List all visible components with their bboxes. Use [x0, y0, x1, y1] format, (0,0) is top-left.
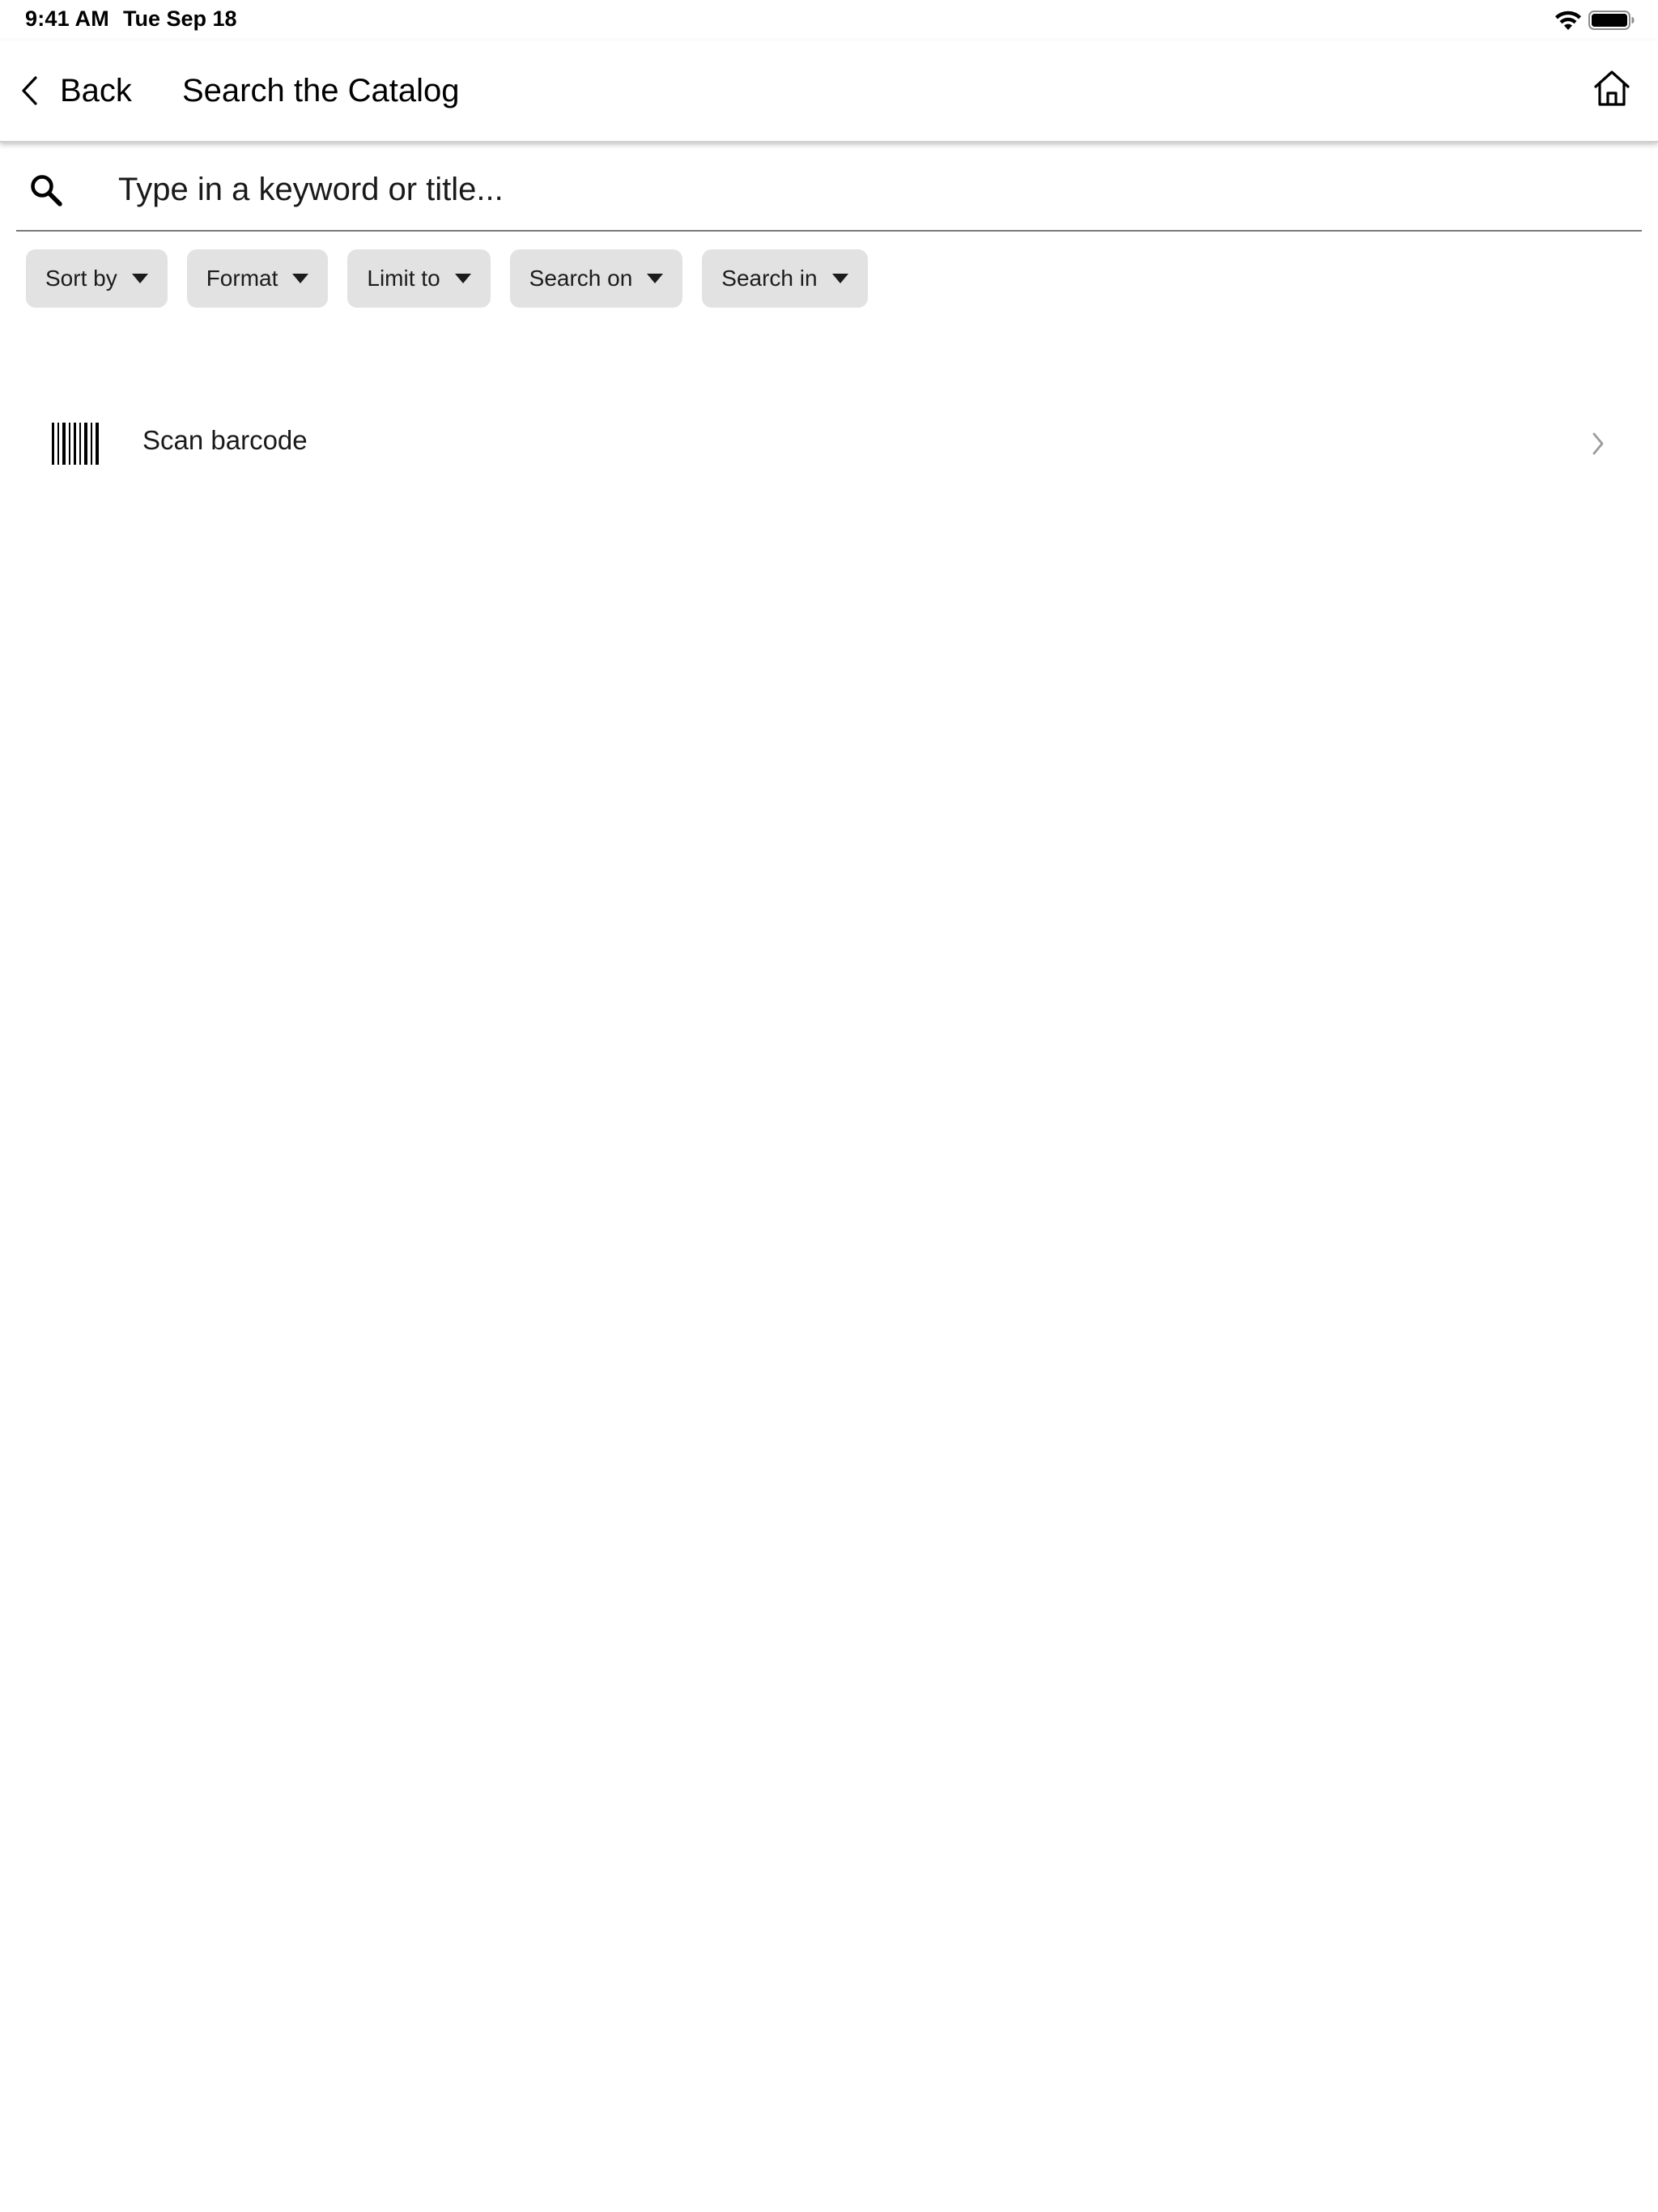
status-date: Tue Sep 18: [123, 6, 237, 31]
search-icon: [31, 175, 62, 206]
limit-to-label: Limit to: [367, 266, 440, 291]
caret-down-icon: [454, 274, 471, 283]
battery-full-icon: [1588, 11, 1635, 30]
barcode-icon: [52, 423, 99, 465]
sort-by-dropdown[interactable]: Sort by: [26, 249, 168, 308]
filter-bar: Sort by Format Limit to Search on Search…: [26, 249, 868, 308]
scan-barcode-label: Scan barcode: [142, 425, 308, 455]
limit-to-dropdown[interactable]: Limit to: [347, 249, 491, 308]
sort-by-label: Sort by: [45, 266, 117, 291]
chevron-left-icon: [22, 76, 37, 105]
status-time: 9:41 AM: [25, 6, 109, 31]
search-in-dropdown[interactable]: Search in: [702, 249, 868, 308]
wifi-icon: [1555, 11, 1581, 30]
search-in-label: Search in: [721, 266, 818, 291]
back-label: Back: [60, 72, 132, 108]
search-on-label: Search on: [529, 266, 633, 291]
search-input[interactable]: [117, 160, 1622, 219]
caret-down-icon: [647, 274, 664, 283]
status-bar: 9:41 AM Tue Sep 18: [0, 0, 1658, 40]
caret-down-icon: [131, 274, 148, 283]
scan-barcode-row[interactable]: Scan barcode: [16, 409, 1642, 479]
search-bar: [16, 143, 1642, 232]
nav-header: Back Search the Catalog: [0, 40, 1658, 143]
home-button[interactable]: [1588, 65, 1635, 112]
format-label: Format: [206, 266, 278, 291]
caret-down-icon: [831, 274, 848, 283]
search-on-dropdown[interactable]: Search on: [509, 249, 683, 308]
page-title: Search the Catalog: [182, 73, 460, 108]
back-button[interactable]: Back: [19, 65, 132, 117]
home-icon: [1594, 70, 1630, 106]
caret-down-icon: [292, 274, 309, 283]
format-dropdown[interactable]: Format: [186, 249, 329, 308]
chevron-right-icon: [1592, 432, 1604, 455]
